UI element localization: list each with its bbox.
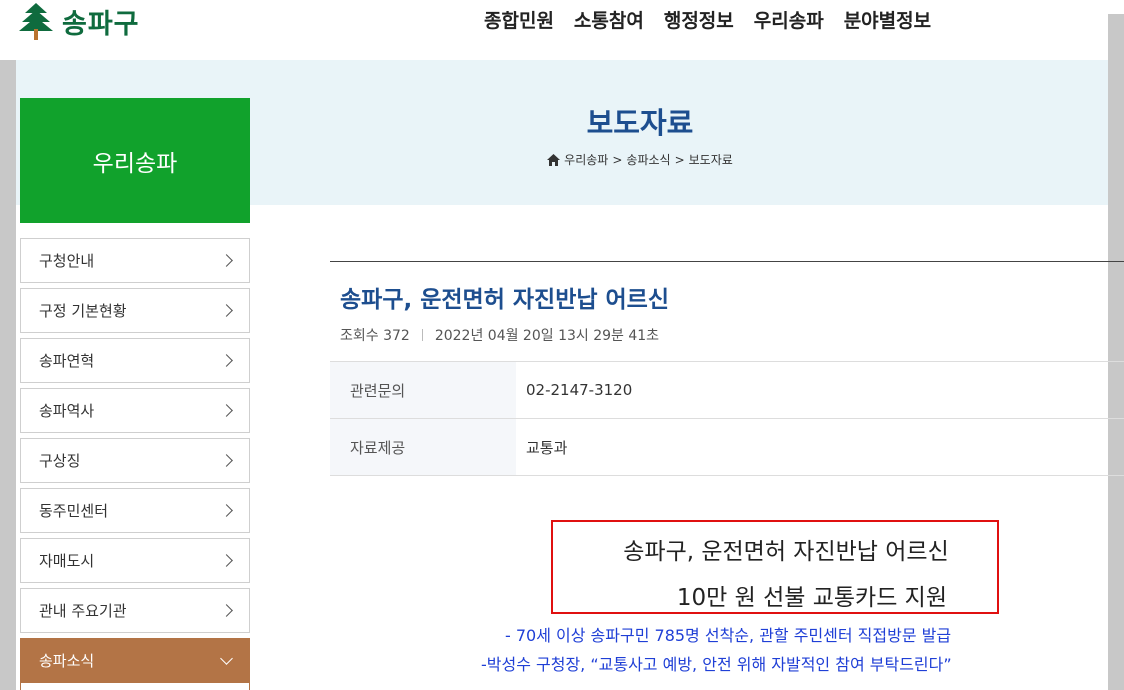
sidebar-submenu <box>20 683 250 690</box>
views-label: 조회수 <box>340 328 379 344</box>
chevron-right-icon <box>220 354 233 367</box>
nav-general-civil[interactable]: 종합민원 <box>484 6 554 33</box>
sidebar-item-label: 구청안내 <box>39 252 95 270</box>
chevron-right-icon <box>220 404 233 417</box>
sidebar-item-symbols[interactable]: 구상징 <box>20 438 250 483</box>
chevron-right-icon <box>220 454 233 467</box>
headline-line-2: 10만 원 선불 교통카드 지원 <box>676 585 947 611</box>
breadcrumb-item[interactable]: 송파소식 <box>626 151 670 168</box>
chevron-right-icon <box>220 604 233 617</box>
page-title: 보도자료 <box>586 106 694 140</box>
logo-text: 송파구 <box>62 8 140 40</box>
sidebar-item-label: 구상징 <box>39 452 81 470</box>
overlay-edge-right <box>1108 14 1124 690</box>
sidebar-item-major-institutions[interactable]: 관내 주요기관 <box>20 588 250 633</box>
sidebar-item-sister-cities[interactable]: 자매도시 <box>20 538 250 583</box>
subheadline-line-1: - 70세 이상 송파구민 785명 선착순, 관할 주민센터 직접방문 발급 <box>505 626 952 645</box>
sidebar-item-label: 송파연혁 <box>39 352 95 370</box>
site-logo[interactable]: 송파구 <box>18 0 140 42</box>
nav-our-songpa[interactable]: 우리송파 <box>754 6 824 33</box>
sidebar-menu: 구청안내 구정 기본현황 송파연혁 송파역사 구상징 동주민센터 자매도시 관내… <box>20 238 250 690</box>
chevron-right-icon <box>220 504 233 517</box>
breadcrumb: 우리송파 > 송파소식 > 보도자료 <box>330 151 950 168</box>
meta-divider <box>421 329 423 341</box>
sidebar-item-label: 구정 기본현황 <box>39 302 127 320</box>
sidebar-heading: 우리송파 <box>20 98 250 223</box>
chevron-right-icon <box>220 304 233 317</box>
breadcrumb-item[interactable]: 보도자료 <box>689 151 733 168</box>
table-row: 자료제공 교통과 <box>330 419 1124 476</box>
sidebar-item-history[interactable]: 송파역사 <box>20 388 250 433</box>
article-datetime: 2022년 04월 20일 13시 29분 41초 <box>434 328 660 344</box>
breadcrumb-separator: > <box>612 152 623 167</box>
home-icon[interactable] <box>547 153 561 166</box>
info-value: 02-2147-3120 <box>526 381 633 399</box>
article-title: 송파구, 운전면허 자진반납 어르신 <box>340 287 669 313</box>
subheadline-line-2: -박성수 구청장, “교통사고 예방, 안전 위해 자발적인 참여 부탁드린다” <box>481 655 952 674</box>
nav-administration[interactable]: 행정정보 <box>664 6 734 33</box>
sidebar-item-basic-status[interactable]: 구정 기본현황 <box>20 288 250 333</box>
article-top-rule <box>330 261 1124 262</box>
views-count: 372 <box>383 328 410 344</box>
chevron-down-icon <box>220 651 233 665</box>
sidebar-item-label: 송파소식 <box>39 652 95 670</box>
nav-field-info[interactable]: 분야별정보 <box>844 6 931 33</box>
info-label: 관련문의 <box>330 362 516 418</box>
info-label: 자료제공 <box>330 419 516 475</box>
article-info-table: 관련문의 02-2147-3120 자료제공 교통과 <box>330 361 1124 476</box>
table-row: 관련문의 02-2147-3120 <box>330 362 1124 419</box>
info-value: 교통과 <box>526 438 568 457</box>
site-header: 송파구 종합민원 소통참여 행정정보 우리송파 분야별정보 <box>0 0 1124 60</box>
chevron-right-icon <box>220 554 233 567</box>
headline-line-1: 송파구, 운전면허 자진반납 어르신 <box>623 539 949 565</box>
breadcrumb-item[interactable]: 우리송파 <box>564 151 608 168</box>
article-meta: 조회수 372 2022년 04월 20일 13시 29분 41초 <box>340 325 659 345</box>
sidebar-item-office-guide[interactable]: 구청안내 <box>20 238 250 283</box>
chevron-right-icon <box>220 254 233 267</box>
views: 조회수 372 <box>340 325 410 345</box>
sidebar-item-label: 동주민센터 <box>39 502 109 520</box>
pine-tree-logo-icon <box>19 3 53 40</box>
main-nav: 종합민원 소통참여 행정정보 우리송파 분야별정보 <box>484 6 931 33</box>
sidebar-item-label: 자매도시 <box>39 552 95 570</box>
sidebar-item-label: 송파역사 <box>39 402 95 420</box>
sidebar-item-label: 관내 주요기관 <box>39 602 127 620</box>
overlay-edge-left <box>0 60 16 690</box>
sidebar-item-community-centers[interactable]: 동주민센터 <box>20 488 250 533</box>
nav-communication[interactable]: 소통참여 <box>574 6 644 33</box>
breadcrumb-separator: > <box>674 152 685 167</box>
sidebar-item-songpa-news[interactable]: 송파소식 <box>20 638 250 683</box>
sidebar-item-chronology[interactable]: 송파연혁 <box>20 338 250 383</box>
